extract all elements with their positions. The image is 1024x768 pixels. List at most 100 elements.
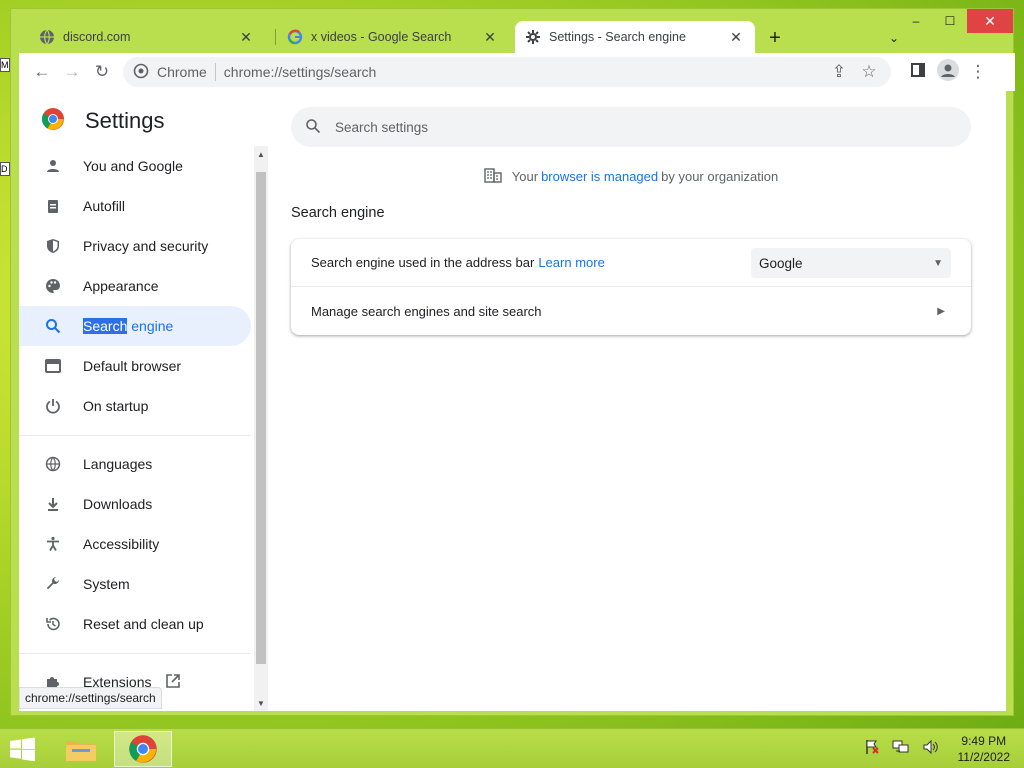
nav-label: Autofill: [83, 198, 126, 214]
action-center-flag-icon[interactable]: [864, 739, 880, 758]
manage-search-engines-row[interactable]: Manage search engines and site search ▶: [291, 287, 971, 335]
open-in-new-icon: [165, 673, 181, 692]
side-panel-button[interactable]: [903, 57, 933, 87]
close-tab-button[interactable]: ✕: [727, 28, 745, 46]
network-icon[interactable]: [892, 739, 910, 758]
side-panel-icon: [911, 62, 925, 82]
nav-item-on-startup[interactable]: On startup: [19, 386, 251, 426]
managed-link[interactable]: browser is managed: [541, 169, 658, 184]
nav-label: Reset and clean up: [83, 616, 204, 632]
nav-item-reset-and-clean-up[interactable]: Reset and clean up: [19, 604, 251, 644]
accessibility-icon: [43, 534, 63, 554]
tab-title: discord.com: [63, 30, 131, 44]
settings-nav: You and Google Autofill Privacy and secu…: [19, 146, 251, 702]
taskbar-clock[interactable]: 9:49 PM 11/2/2022: [958, 733, 1011, 765]
google-g-icon: [287, 29, 303, 45]
tab-search-button[interactable]: ⌄: [881, 25, 907, 51]
nav-item-downloads[interactable]: Downloads: [19, 484, 251, 524]
taskbar-chrome[interactable]: [114, 731, 172, 767]
system-tray: [864, 739, 940, 758]
selected-text: Search: [83, 318, 128, 334]
nav-label-rest: engine: [127, 318, 174, 334]
scroll-thumb[interactable]: [256, 172, 266, 664]
reload-icon: ↻: [94, 62, 110, 81]
volume-icon[interactable]: [922, 739, 940, 758]
nav-item-you-and-google[interactable]: You and Google: [19, 146, 251, 186]
search-engine-select[interactable]: Google ▼: [751, 248, 951, 278]
close-tab-button[interactable]: ✕: [481, 28, 499, 46]
settings-page: Settings You and Google Autofill Privacy…: [19, 91, 1006, 711]
avatar: [937, 58, 959, 86]
clock-time: 9:49 PM: [961, 734, 1007, 748]
browser-toolbar: ← → ↻ Chrome chrome://settings/search ⇪ …: [19, 53, 1015, 91]
search-engine-row: Search engine used in the address bar Le…: [291, 239, 971, 287]
nav-item-system[interactable]: System: [19, 564, 251, 604]
link-status-bubble: chrome://settings/search: [19, 687, 162, 709]
nav-item-search-engine[interactable]: Search engine: [19, 306, 251, 346]
back-button[interactable]: ←: [27, 57, 57, 87]
folder-icon: [66, 741, 96, 761]
site-chip-label: Chrome: [157, 64, 207, 80]
person-icon: [43, 156, 63, 176]
settings-header: Settings: [41, 107, 165, 134]
nav-label: Privacy and security: [83, 238, 209, 254]
nav-label: Downloads: [83, 496, 153, 512]
managed-text-post: by your organization: [661, 169, 779, 184]
scroll-up-arrow-icon[interactable]: ▲: [254, 146, 268, 162]
nav-item-accessibility[interactable]: Accessibility: [19, 524, 251, 564]
nav-label: Appearance: [83, 278, 159, 294]
nav-item-appearance[interactable]: Appearance: [19, 266, 251, 306]
nav-divider: [19, 653, 251, 654]
tab-title: x videos - Google Search: [311, 30, 452, 44]
taskbar-file-explorer[interactable]: [52, 731, 110, 767]
download-icon: [43, 494, 63, 514]
tab-settings[interactable]: Settings - Search engine ✕: [515, 21, 755, 53]
bookmark-star-icon[interactable]: ☆: [857, 57, 881, 87]
nav-item-default-browser[interactable]: Default browser: [19, 346, 251, 386]
url-text[interactable]: chrome://settings/search: [224, 64, 827, 80]
reload-button[interactable]: ↻: [87, 57, 117, 87]
select-value: Google: [759, 255, 803, 271]
nav-item-privacy-and-security[interactable]: Privacy and security: [19, 226, 251, 266]
page-title: Settings: [85, 107, 165, 133]
address-bar[interactable]: Chrome chrome://settings/search ⇪ ☆: [123, 57, 891, 87]
search-icon: [305, 118, 321, 137]
settings-sidebar: Settings You and Google Autofill Privacy…: [19, 91, 269, 711]
tab-google-search[interactable]: x videos - Google Search ✕: [277, 21, 509, 53]
profile-button[interactable]: [933, 57, 963, 87]
chevron-right-icon: ▶: [937, 305, 945, 317]
dropdown-caret-icon: ▼: [933, 257, 943, 269]
arrow-left-icon: ←: [33, 62, 51, 81]
gear-icon: [525, 29, 541, 45]
omnibox-actions: ⇪ ☆: [827, 57, 881, 87]
desktop-icon-fragment[interactable]: M: [0, 58, 10, 72]
sidebar-scrollbar[interactable]: ▲ ▼: [254, 146, 268, 711]
search-icon: [43, 316, 63, 336]
nav-item-autofill[interactable]: Autofill: [19, 186, 251, 226]
nav-divider: [19, 435, 251, 436]
search-placeholder: Search settings: [335, 119, 429, 135]
globe-icon: [43, 454, 63, 474]
building-icon: [484, 167, 502, 186]
palette-icon: [43, 276, 63, 296]
search-engine-card: Search engine used in the address bar Le…: [291, 239, 971, 335]
chrome-window: – ☐ ✕ discord.com ✕ x videos - Google Se…: [10, 8, 1015, 716]
nav-label: You and Google: [83, 158, 183, 174]
search-settings-input[interactable]: Search settings: [291, 107, 971, 147]
clock-date: 11/2/2022: [957, 750, 1011, 764]
nav-label: Languages: [83, 456, 153, 472]
share-icon[interactable]: ⇪: [827, 57, 851, 87]
new-tab-button[interactable]: +: [762, 25, 788, 51]
desktop-icon-fragment[interactable]: D: [0, 162, 10, 176]
scroll-down-arrow-icon[interactable]: ▼: [254, 695, 268, 711]
row-label: Search engine used in the address bar: [311, 255, 535, 270]
menu-button[interactable]: ⋮: [963, 57, 993, 87]
learn-more-link[interactable]: Learn more: [538, 255, 604, 270]
tab-discord[interactable]: discord.com ✕: [29, 21, 265, 53]
clipboard-icon: [43, 196, 63, 216]
managed-text-pre: Your: [511, 169, 539, 184]
close-tab-button[interactable]: ✕: [237, 28, 255, 46]
start-button[interactable]: [8, 737, 38, 762]
forward-button[interactable]: →: [57, 57, 87, 87]
nav-item-languages[interactable]: Languages: [19, 444, 251, 484]
